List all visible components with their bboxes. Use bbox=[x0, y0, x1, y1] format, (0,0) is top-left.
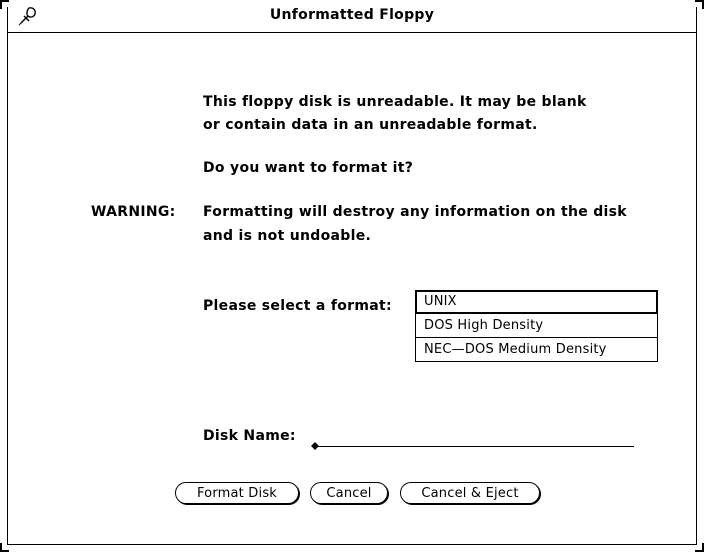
disk-name-label: Disk Name: bbox=[203, 428, 296, 444]
format-question: Do you want to format it? bbox=[203, 160, 414, 176]
window-title: Unformatted Floppy bbox=[269, 7, 435, 23]
disk-name-input[interactable] bbox=[311, 432, 634, 450]
window-frame bbox=[7, 7, 697, 545]
message-line-2: or contain data in an unreadable format. bbox=[203, 117, 538, 133]
warning-line-2: and is not undoable. bbox=[203, 228, 372, 244]
format-option-dos-high-density[interactable]: DOS High Density bbox=[415, 314, 658, 338]
text-caret-icon bbox=[311, 442, 319, 450]
format-select-label: Please select a format: bbox=[203, 298, 392, 314]
format-option-nec-dos-medium-density[interactable]: NEC—DOS Medium Density bbox=[415, 338, 658, 362]
message-line-1: This floppy disk is unreadable. It may b… bbox=[203, 94, 587, 110]
warning-line-1: Formatting will destroy any information … bbox=[203, 204, 627, 220]
cancel-eject-button[interactable]: Cancel & Eject bbox=[400, 482, 540, 504]
format-disk-button[interactable]: Format Disk bbox=[175, 482, 299, 504]
title-bar[interactable]: Unformatted Floppy bbox=[7, 0, 697, 33]
cancel-button[interactable]: Cancel bbox=[310, 482, 388, 504]
format-choice-list[interactable]: UNIX DOS High Density NEC—DOS Medium Den… bbox=[415, 290, 658, 362]
format-option-unix[interactable]: UNIX bbox=[415, 290, 658, 314]
dialog-window: Unformatted Floppy This floppy disk is u… bbox=[0, 0, 704, 552]
warning-label: WARNING: bbox=[91, 204, 176, 220]
